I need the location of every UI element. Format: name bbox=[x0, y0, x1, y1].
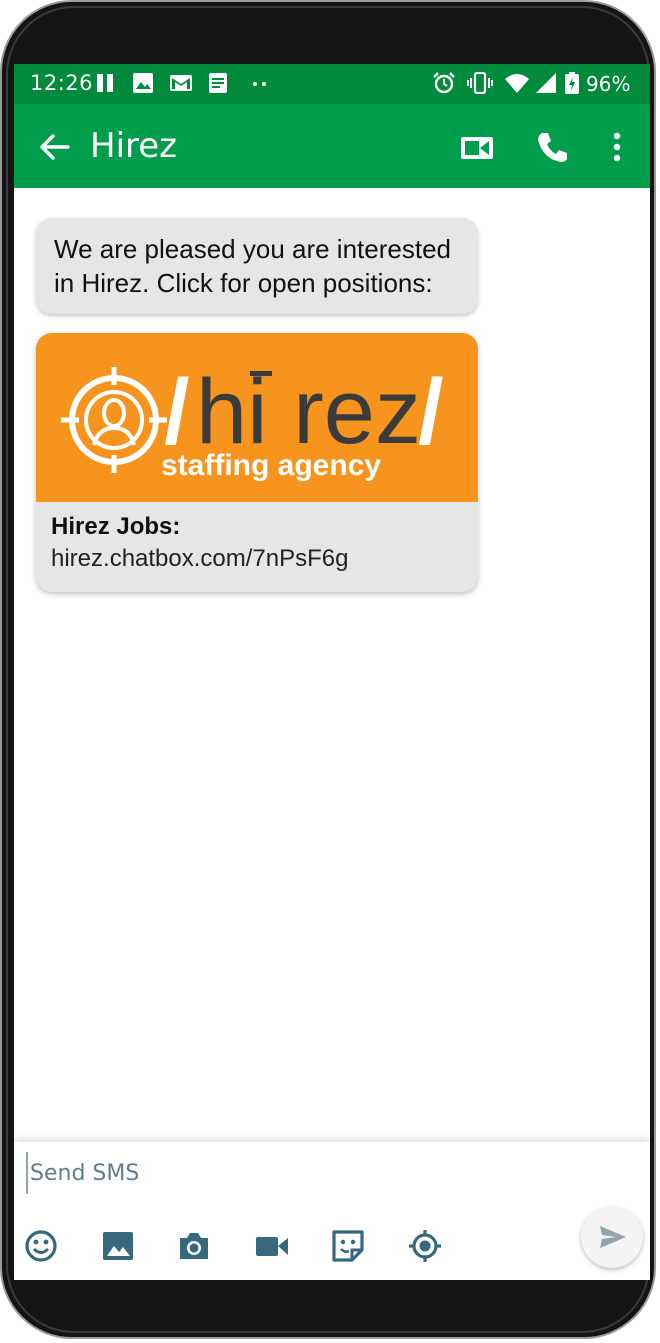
phone-icon[interactable] bbox=[535, 128, 569, 166]
phone-frame: 12:26 96% Hirez We are pleased you are i… bbox=[0, 0, 656, 1339]
alarm-icon bbox=[433, 72, 455, 94]
emoji-icon[interactable] bbox=[23, 1228, 59, 1264]
sms-input[interactable] bbox=[26, 1152, 572, 1194]
card-logo-banner: / hi rez / staffing agency bbox=[36, 333, 478, 502]
screen: 12:26 96% Hirez We are pleased you are i… bbox=[14, 64, 650, 1280]
logo-wordmark: hi rez bbox=[196, 361, 421, 463]
card-url-link[interactable]: hirez.chatbox.com/7nPsF6g bbox=[51, 545, 348, 573]
more-vert-icon[interactable] bbox=[610, 128, 624, 166]
link-preview-card[interactable]: / hi rez / staffing agency Hirez Jobs: h… bbox=[36, 333, 478, 592]
logo-slash-left: / bbox=[164, 361, 190, 463]
more-dots-icon bbox=[253, 82, 266, 86]
vibrate-icon bbox=[467, 72, 493, 94]
status-time: 12:26 bbox=[30, 71, 94, 95]
gallery-icon[interactable] bbox=[100, 1228, 136, 1264]
message-list: We are pleased you are interested in Hir… bbox=[14, 188, 650, 1142]
image-icon bbox=[133, 73, 153, 93]
send-icon bbox=[600, 1226, 626, 1248]
crosshair-person-icon bbox=[61, 367, 167, 473]
video-icon[interactable] bbox=[254, 1228, 290, 1264]
battery-percent: 96% bbox=[586, 72, 631, 96]
wifi-icon bbox=[505, 74, 529, 93]
pause-icon bbox=[97, 74, 113, 92]
app-bar: Hirez bbox=[14, 104, 650, 188]
message-composer bbox=[14, 1142, 650, 1280]
card-title: Hirez Jobs: bbox=[51, 513, 181, 540]
send-button[interactable] bbox=[581, 1206, 643, 1268]
battery-charging-icon bbox=[565, 72, 579, 94]
gmail-icon bbox=[170, 75, 192, 91]
camera-icon[interactable] bbox=[176, 1228, 212, 1264]
cell-signal-icon bbox=[536, 73, 556, 93]
back-arrow-icon[interactable] bbox=[38, 132, 72, 162]
logo-slash-right: / bbox=[418, 361, 444, 463]
logo-tagline: staffing agency bbox=[161, 449, 381, 482]
message-bubble[interactable]: We are pleased you are interested in Hir… bbox=[36, 218, 478, 314]
hirez-logo: / hi rez / staffing agency bbox=[61, 361, 444, 482]
video-call-icon[interactable] bbox=[460, 128, 494, 166]
location-icon[interactable] bbox=[407, 1228, 443, 1264]
document-icon bbox=[209, 73, 227, 93]
status-bar: 12:26 96% bbox=[14, 64, 650, 104]
conversation-title: Hirez bbox=[90, 126, 178, 166]
sticker-icon[interactable] bbox=[330, 1228, 366, 1264]
